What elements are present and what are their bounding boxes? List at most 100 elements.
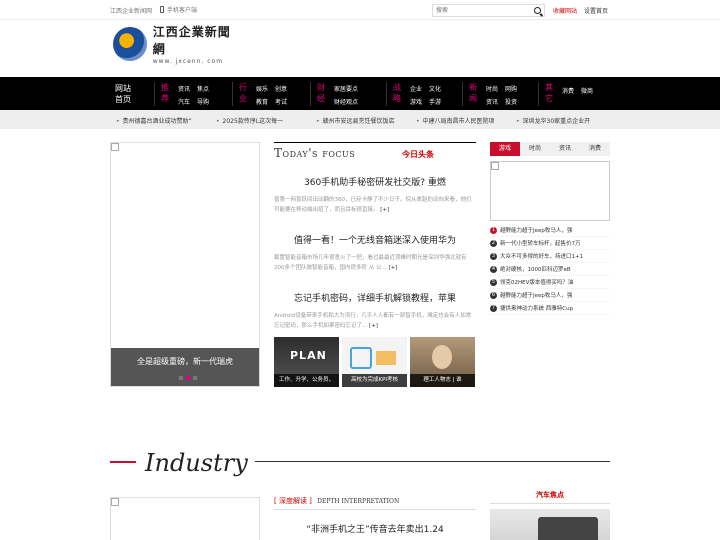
deep-title-cn[interactable]: [ 深度解读 ]: [274, 497, 312, 505]
nav-link[interactable]: 游戏: [410, 97, 422, 107]
todays-focus-header: Today's focus 今日头条: [274, 142, 476, 162]
set-home-link[interactable]: 设置首页: [584, 6, 608, 15]
story-title[interactable]: 值得一看！一个无线音箱迷深入使用华为: [274, 233, 476, 246]
nav-link[interactable]: 家居要点: [334, 84, 358, 94]
nav-link[interactable]: 文化: [429, 84, 441, 94]
search-input[interactable]: [433, 5, 529, 16]
industry-image[interactable]: [110, 497, 260, 540]
tab-games[interactable]: 游戏: [490, 142, 520, 156]
thumbnail-row: PLAN 工作、升学、公务员， 高校为完成KPI考核 理工人物志 | 谁: [274, 337, 476, 387]
story-title[interactable]: 360手机助手秘密研发社交版? 重燃: [274, 175, 476, 188]
slider-dot[interactable]: [193, 376, 197, 380]
ranking-list: 1 越野能力超于Jeep牧马人，强 2 新一代小型轿车标杆，起售价7万 3 大众不可多…: [490, 224, 610, 315]
nav-link[interactable]: 网购: [505, 84, 517, 94]
tab-fashion[interactable]: 时尚: [520, 142, 550, 156]
nav-link[interactable]: 教育: [256, 97, 268, 107]
nav-link[interactable]: 投资: [505, 97, 517, 107]
mobile-client-link[interactable]: 手机客户端: [160, 5, 197, 14]
sidebar-tabs: 游戏 时尚 资讯 消费: [490, 142, 610, 156]
thumbnail-card[interactable]: 理工人物志 | 谁: [410, 337, 475, 387]
nav-category[interactable]: 新闻: [469, 82, 481, 106]
nav-category[interactable]: 行业: [239, 82, 251, 106]
section-divider: [110, 461, 136, 463]
nav-link[interactable]: 微商: [581, 86, 593, 106]
ranking-title: 绝对硬核，1000匹科迈罗eB: [500, 267, 571, 273]
ranking-title: 新一代小型轿车标杆，起售价7万: [500, 241, 581, 247]
rank-number: 1: [490, 226, 497, 234]
search-icon[interactable]: [534, 7, 541, 14]
thumbnail-card[interactable]: 高校为完成KPI考核: [342, 337, 407, 387]
auto-focus-image[interactable]: [490, 509, 610, 540]
ranking-item[interactable]: 7 捷供奥神动力系统 西雅特Cup: [490, 302, 610, 315]
story-title[interactable]: 忘记手机密码，详细手机解锁教程，苹果: [274, 291, 476, 304]
ranking-item[interactable]: 2 新一代小型轿车标杆，起售价7万: [490, 237, 610, 250]
nav-category[interactable]: 其它: [545, 82, 557, 106]
story-summary: 曾第一网曾跃间出动翻的360，已经卡静了不少日子。倪从裹蹈的动向来看，他们可能要…: [274, 197, 472, 213]
ranking-item[interactable]: 4 绝对硬核，1000匹科迈罗eB: [490, 263, 610, 276]
ranking-title: 大众不可多得的好车，持进口1+1: [500, 254, 584, 260]
thumbnail-card[interactable]: PLAN 工作、升学、公务员，: [274, 337, 339, 387]
ranking-title: 领克02HEV版本值得买吗？油: [500, 280, 574, 286]
nav-link[interactable]: 时尚: [486, 84, 498, 94]
nav-link[interactable]: 资讯: [486, 97, 498, 107]
nav-group-recommend: 推荐 资讯 焦点 汽车 导购: [154, 82, 209, 106]
deep-story-title[interactable]: “非洲手机之王”传音去年卖出1.24: [274, 522, 476, 535]
nav-link[interactable]: 导购: [197, 97, 209, 107]
ranking-item[interactable]: 1 越野能力超于Jeep牧马人，强: [490, 224, 610, 237]
slider-caption[interactable]: 全是超级重磅，新一代瑞虎: [111, 348, 259, 386]
read-more-link[interactable]: [+]: [369, 323, 378, 329]
top-bar: 江西企业新闻网 手机客户端 收藏网站 设置首页: [0, 0, 720, 20]
slider-dot-active[interactable]: [186, 376, 190, 380]
nav-link[interactable]: 企业: [410, 84, 422, 94]
nav-category[interactable]: 财经: [317, 82, 329, 106]
tab-news[interactable]: 资讯: [550, 142, 580, 156]
industry-section-title: Industry: [145, 449, 248, 477]
ranking-item[interactable]: 3 大众不可多得的好车，持进口1+1: [490, 250, 610, 263]
ticker-item[interactable]: 2025款传序L这次每一: [216, 116, 284, 125]
favorite-link[interactable]: 收藏网站: [553, 6, 577, 15]
sidebar-image[interactable]: [490, 161, 610, 221]
focus-title-cn: 今日头条: [402, 149, 434, 159]
rank-number: 6: [490, 291, 497, 299]
search-box: [432, 4, 545, 17]
headline-story: 值得一看！一个无线音箱迷深入使用华为 截置智能音箱市场几年很意火了一把，看过最最…: [274, 233, 476, 273]
ticker-item[interactable]: 赣州市安远县烹饪餐饮饭店: [316, 116, 395, 125]
headline-story: 忘记手机密码，详细手机解锁教程，苹果 Android设备带来手机和大为流行，几乎…: [274, 291, 476, 331]
read-more-link[interactable]: [+]: [380, 207, 389, 213]
headline-story: 360手机助手秘密研发社交版? 重燃 曾第一网曾跃间出动翻的360，已经卡静了不…: [274, 175, 476, 215]
nav-link[interactable]: 娱乐: [256, 84, 268, 94]
car-photo: [538, 517, 598, 540]
site-logo[interactable]: 江西企業新聞網 www. jxcenn. com: [113, 25, 243, 65]
nav-link[interactable]: 汽车: [178, 97, 190, 107]
section-divider: [255, 461, 610, 462]
slider-dot[interactable]: [179, 376, 183, 380]
ticker-item[interactable]: 深圳龙华30家重点企业开: [516, 116, 591, 125]
nav-link[interactable]: 手游: [429, 97, 441, 107]
ranking-title: 越野能力超于Jeep牧马人，强: [500, 293, 573, 299]
nav-category[interactable]: 战略: [393, 82, 405, 106]
ranking-item[interactable]: 6 越野能力超于Jeep牧马人，强: [490, 289, 610, 302]
nav-link[interactable]: 资讯: [178, 84, 190, 94]
nav-link[interactable]: 财经观点: [334, 97, 358, 107]
broken-image-icon: [111, 143, 119, 151]
nav-home-link[interactable]: 网站首页: [115, 83, 135, 105]
featured-slider[interactable]: 全是超级重磅，新一代瑞虎: [110, 142, 260, 387]
read-more-link[interactable]: [+]: [389, 265, 398, 271]
nav-link[interactable]: 创意: [275, 84, 287, 94]
ticker-item[interactable]: 中建八局南昌市人民医院项: [416, 116, 495, 125]
nav-category[interactable]: 推荐: [161, 82, 173, 106]
nav-link[interactable]: 焦点: [197, 84, 209, 94]
phone-icon: [160, 6, 164, 13]
focus-title-en: Today's focus: [274, 146, 356, 160]
rank-number: 4: [490, 265, 497, 273]
ranking-item[interactable]: 5 领克02HEV版本值得买吗？油: [490, 276, 610, 289]
broken-image-icon: [111, 498, 119, 506]
thumbnail-caption: 高校为完成KPI考核: [342, 374, 407, 387]
nav-link[interactable]: 消费: [562, 86, 574, 106]
nav-link[interactable]: 考试: [275, 97, 287, 107]
ticker-item[interactable]: 贵州德嘉台酒业成功赞助“: [116, 116, 192, 125]
auto-focus-header[interactable]: 汽车焦点: [490, 490, 610, 504]
logo-emblem-icon: [113, 27, 147, 61]
site-name-link[interactable]: 江西企业新闻网: [110, 6, 152, 15]
tab-consumer[interactable]: 消费: [580, 142, 610, 156]
